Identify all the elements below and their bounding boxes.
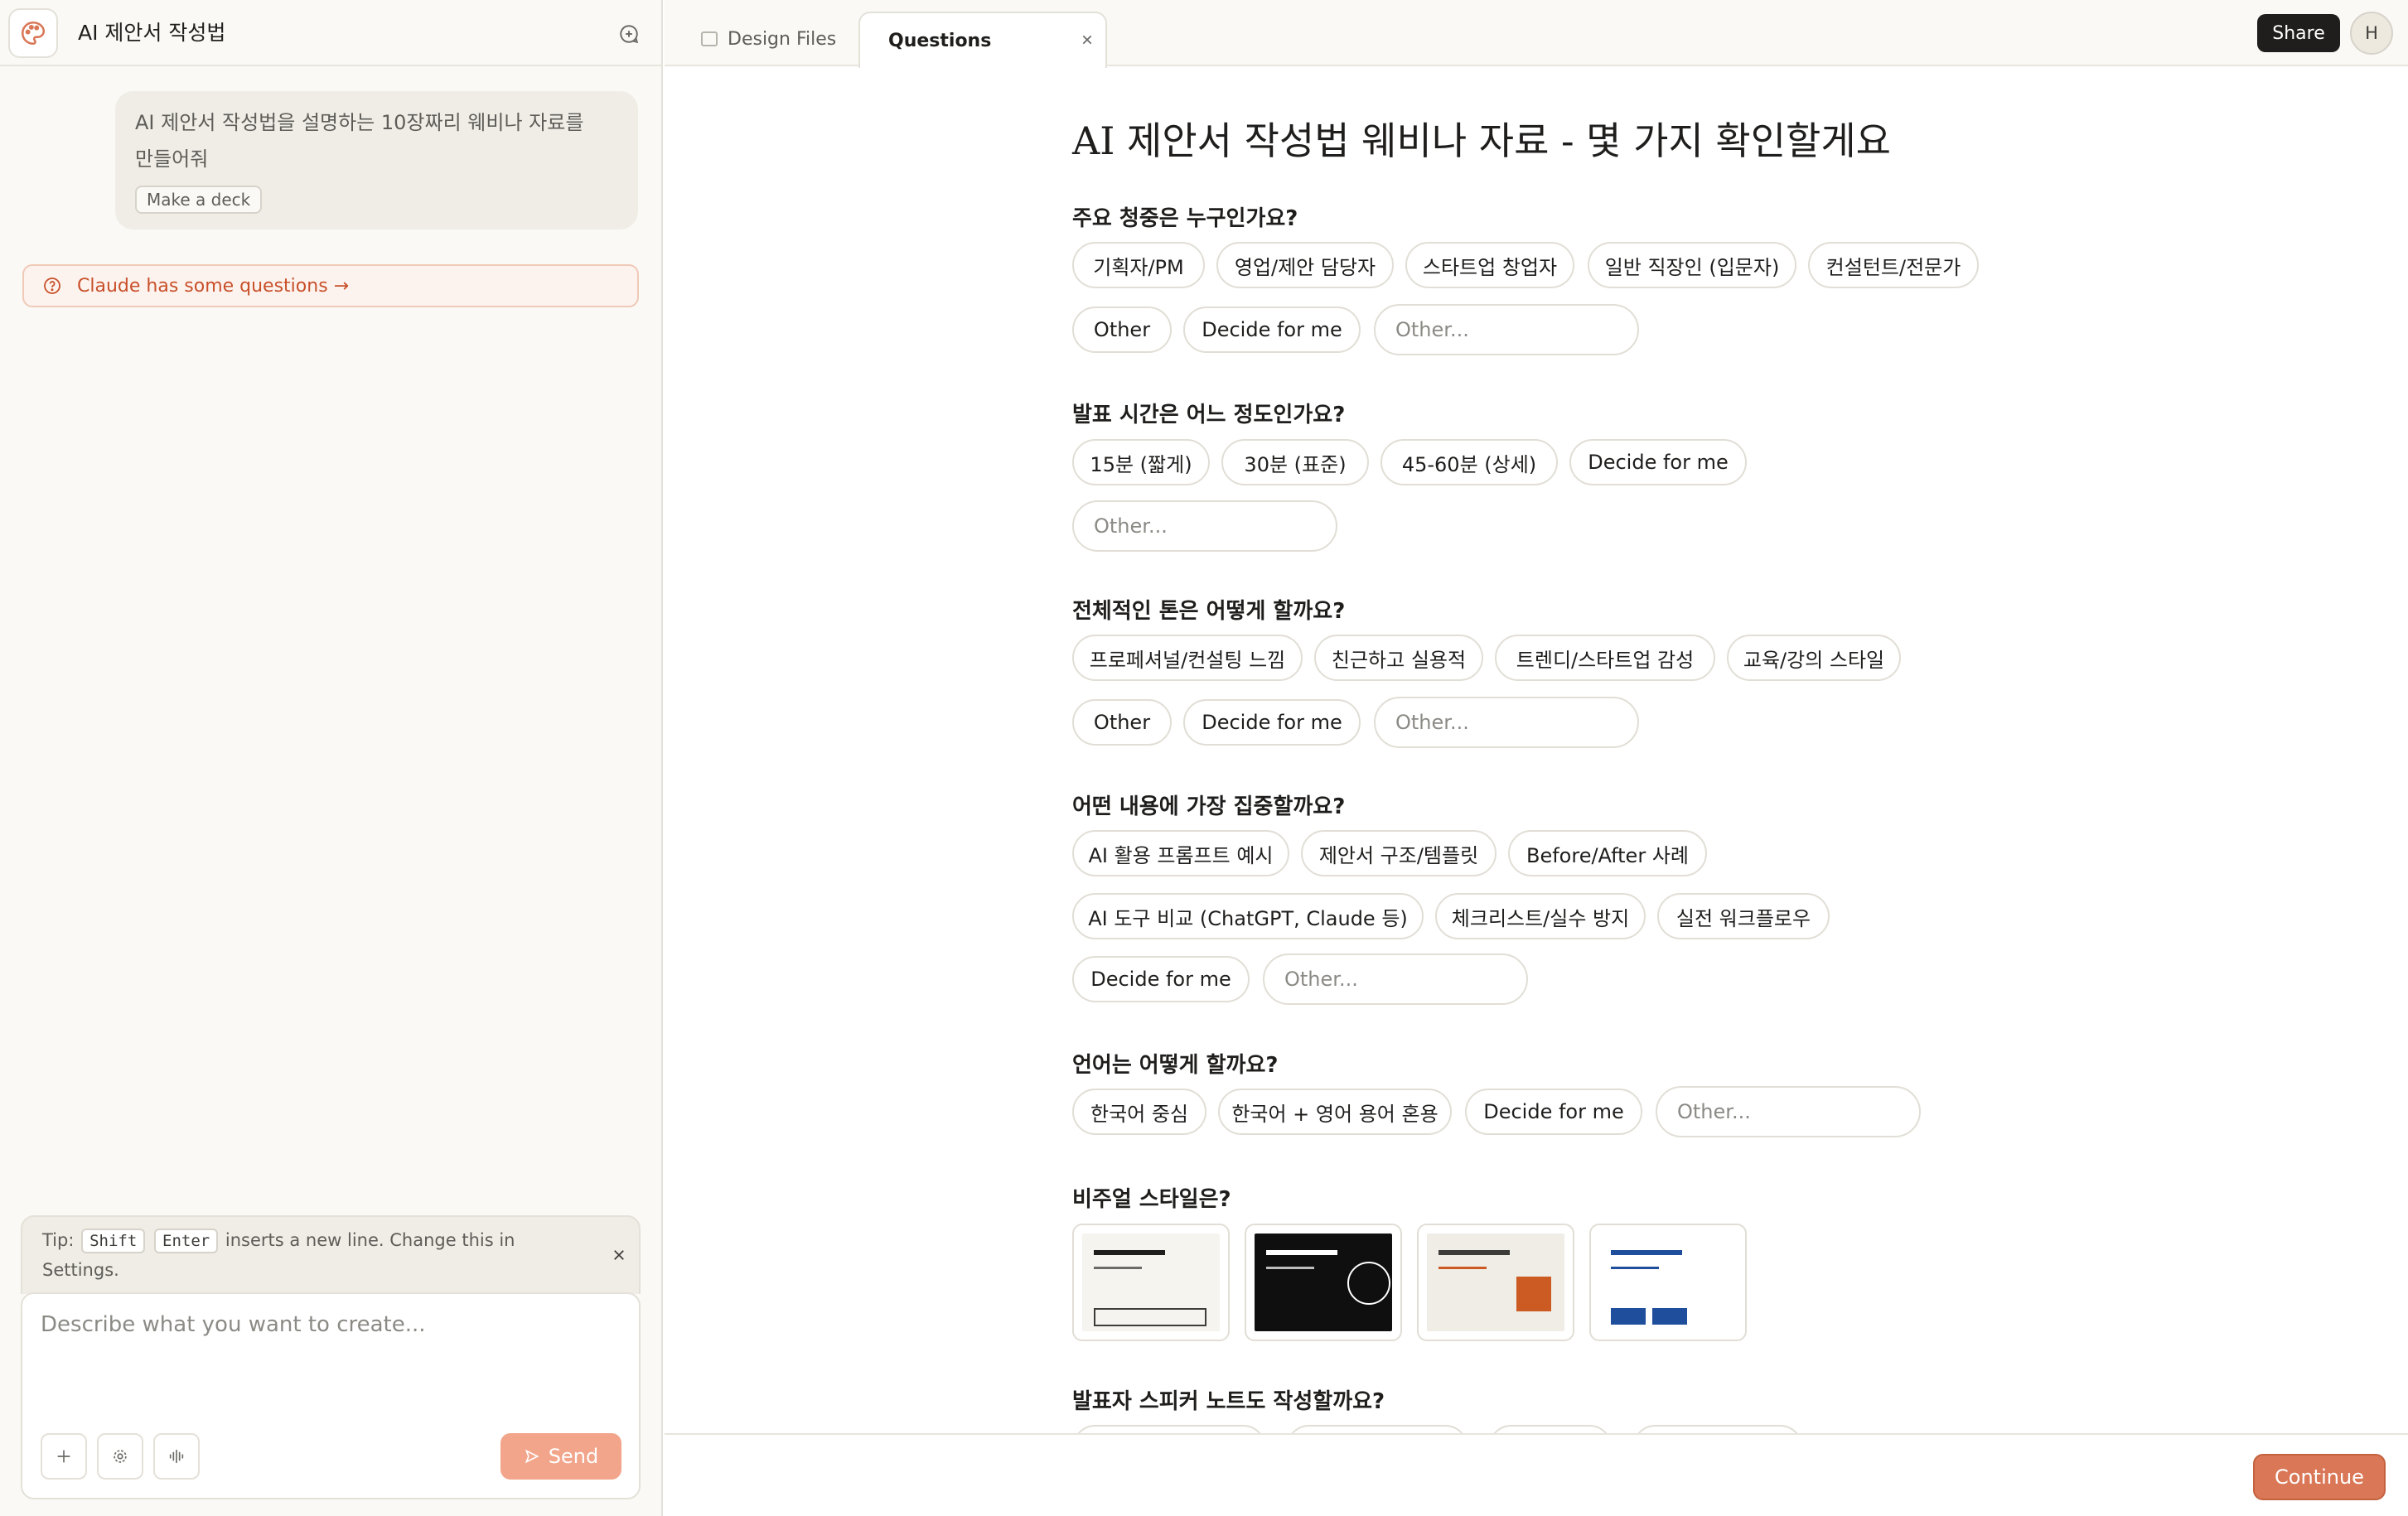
composer: Send [21, 1292, 641, 1499]
prompt-input[interactable] [41, 1312, 621, 1337]
option-decide-for-me[interactable]: Decide for me [1569, 439, 1747, 485]
option-decide-for-me[interactable]: Decide for me [1072, 956, 1250, 1002]
question-duration: 발표 시간은 어느 정도인가요? [1072, 403, 1346, 427]
user-message: AI 제안서 작성법을 설명하는 10장짜리 웨비나 자료를 만들어줘 Make… [115, 91, 638, 229]
option-chip[interactable]: 30분 (표준) [1221, 439, 1369, 485]
questions-banner[interactable]: Claude has some questions → [22, 264, 639, 307]
tab-design-files[interactable]: Design Files [701, 12, 836, 66]
option-chip[interactable]: 교육/강의 스타일 [1727, 635, 1901, 681]
style-thumbnail [1082, 1234, 1220, 1331]
question-circle-icon [42, 276, 62, 296]
option-decide-for-me[interactable]: Decide for me [1183, 307, 1361, 353]
option-chip[interactable]: 친근하고 실용적 [1314, 635, 1483, 681]
other-input[interactable] [1374, 304, 1639, 355]
questions-banner-label: Claude has some questions → [77, 275, 350, 297]
question-focus: 어떤 내용에 가장 집중할까요? [1072, 794, 1346, 819]
question-tone: 전체적인 톤은 어떻게 할까요? [1072, 599, 1346, 624]
option-chip[interactable] [1286, 1425, 1468, 1433]
shift-key: Shift [81, 1229, 146, 1253]
plus-icon [57, 1450, 70, 1463]
option-chip[interactable]: 트렌디/스타트업 감성 [1495, 635, 1715, 681]
option-chip[interactable]: 일반 직장인 (입문자) [1588, 242, 1796, 288]
option-chip[interactable]: 영업/제안 담당자 [1216, 242, 1394, 288]
option-chip[interactable]: 제안서 구조/템플릿 [1301, 830, 1497, 876]
option-chip[interactable]: 실전 워크플로우 [1657, 893, 1830, 939]
other-input[interactable] [1263, 954, 1528, 1005]
avatar[interactable]: H [2350, 12, 2393, 55]
voice-button[interactable] [153, 1433, 200, 1480]
continue-button[interactable]: Continue [2253, 1454, 2386, 1500]
option-chip[interactable] [1488, 1425, 1613, 1433]
project-title: AI 제안서 작성법 [78, 21, 226, 45]
visual-style-warm[interactable] [1417, 1224, 1574, 1341]
question-speaker-notes: 발표자 스피커 노트도 작성할까요? [1072, 1389, 1385, 1414]
style-thumbnail [1599, 1234, 1737, 1331]
waveform-icon [169, 1449, 184, 1464]
send-button[interactable]: Send [500, 1433, 621, 1480]
tip-box: Tip: Shift Enter inserts a new line. Cha… [21, 1215, 641, 1294]
option-chip[interactable]: 기획자/PM [1072, 242, 1205, 288]
close-icon[interactable] [607, 1243, 631, 1267]
option-chip[interactable] [1632, 1425, 1803, 1433]
enter-key: Enter [154, 1229, 219, 1253]
option-decide-for-me[interactable]: Decide for me [1465, 1089, 1642, 1135]
file-icon [701, 31, 718, 46]
visual-style-blue[interactable] [1589, 1224, 1747, 1341]
question-visual-style: 비주얼 스타일은? [1072, 1187, 1231, 1212]
user-message-text: AI 제안서 작성법을 설명하는 10장짜리 웨비나 자료를 만들어줘 [135, 111, 584, 171]
settings-button[interactable] [97, 1433, 143, 1480]
palette-icon[interactable] [8, 8, 58, 58]
option-chip[interactable]: 컨설턴트/전문가 [1808, 242, 1979, 288]
tab-label: Questions [888, 30, 992, 51]
close-tab-icon[interactable] [1079, 31, 1095, 48]
tip-prefix: Tip: [42, 1230, 75, 1250]
other-input[interactable] [1656, 1086, 1921, 1137]
option-chip[interactable]: 한국어 + 영어 용어 혼용 [1218, 1089, 1452, 1135]
tab-label: Design Files [728, 28, 837, 50]
style-thumbnail [1427, 1234, 1564, 1331]
chat-panel: AI 제안서 작성법 AI 제안서 작성법을 설명하는 10장짜리 웨비나 자료… [0, 0, 663, 1516]
add-attachment-button[interactable] [41, 1433, 87, 1480]
option-chip[interactable]: 체크리스트/실수 방지 [1435, 893, 1646, 939]
share-button[interactable]: Share [2257, 14, 2340, 52]
option-other[interactable]: Other [1072, 699, 1172, 746]
questions-form: AI 제안서 작성법 웨비나 자료 - 몇 가지 확인할게요 주요 청중은 누구… [665, 68, 2408, 1433]
tip-text: Tip: Shift Enter inserts a new line. Cha… [42, 1225, 573, 1285]
style-thumbnail [1255, 1234, 1392, 1331]
option-chip[interactable]: 45-60분 (상세) [1380, 439, 1558, 485]
other-input[interactable] [1072, 500, 1337, 552]
form-footer: Continue [665, 1433, 2408, 1516]
visual-style-dark[interactable] [1245, 1224, 1402, 1341]
send-label: Send [548, 1445, 599, 1468]
option-chip[interactable]: 한국어 중심 [1072, 1089, 1206, 1135]
option-chip[interactable]: AI 도구 비교 (ChatGPT, Claude 등) [1072, 893, 1424, 939]
send-icon [525, 1449, 539, 1464]
question-language: 언어는 어떻게 할까요? [1072, 1053, 1279, 1078]
chat-header: AI 제안서 작성법 [0, 0, 663, 66]
gear-icon [114, 1450, 127, 1463]
option-chip[interactable]: Before/After 사례 [1508, 830, 1707, 876]
visual-style-minimal[interactable] [1072, 1224, 1230, 1341]
top-bar: Design Files Questions Share H [665, 0, 2408, 68]
new-chat-icon[interactable] [615, 20, 643, 48]
option-decide-for-me[interactable]: Decide for me [1183, 699, 1361, 746]
question-audience: 주요 청중은 누구인가요? [1072, 206, 1298, 231]
message-tag: Make a deck [135, 186, 263, 214]
page-title: AI 제안서 작성법 웨비나 자료 - 몇 가지 확인할게요 [1072, 118, 1891, 163]
option-chip[interactable]: AI 활용 프롬프트 예시 [1072, 830, 1289, 876]
option-chip[interactable]: 15분 (짧게) [1072, 439, 1210, 485]
other-input[interactable] [1374, 697, 1639, 748]
tab-questions[interactable]: Questions [858, 12, 1107, 68]
option-chip[interactable]: 스타트업 창업자 [1405, 242, 1574, 288]
option-chip[interactable] [1072, 1425, 1266, 1433]
option-other[interactable]: Other [1072, 307, 1172, 353]
option-chip[interactable]: 프로페셔널/컨설팅 느낌 [1072, 635, 1303, 681]
